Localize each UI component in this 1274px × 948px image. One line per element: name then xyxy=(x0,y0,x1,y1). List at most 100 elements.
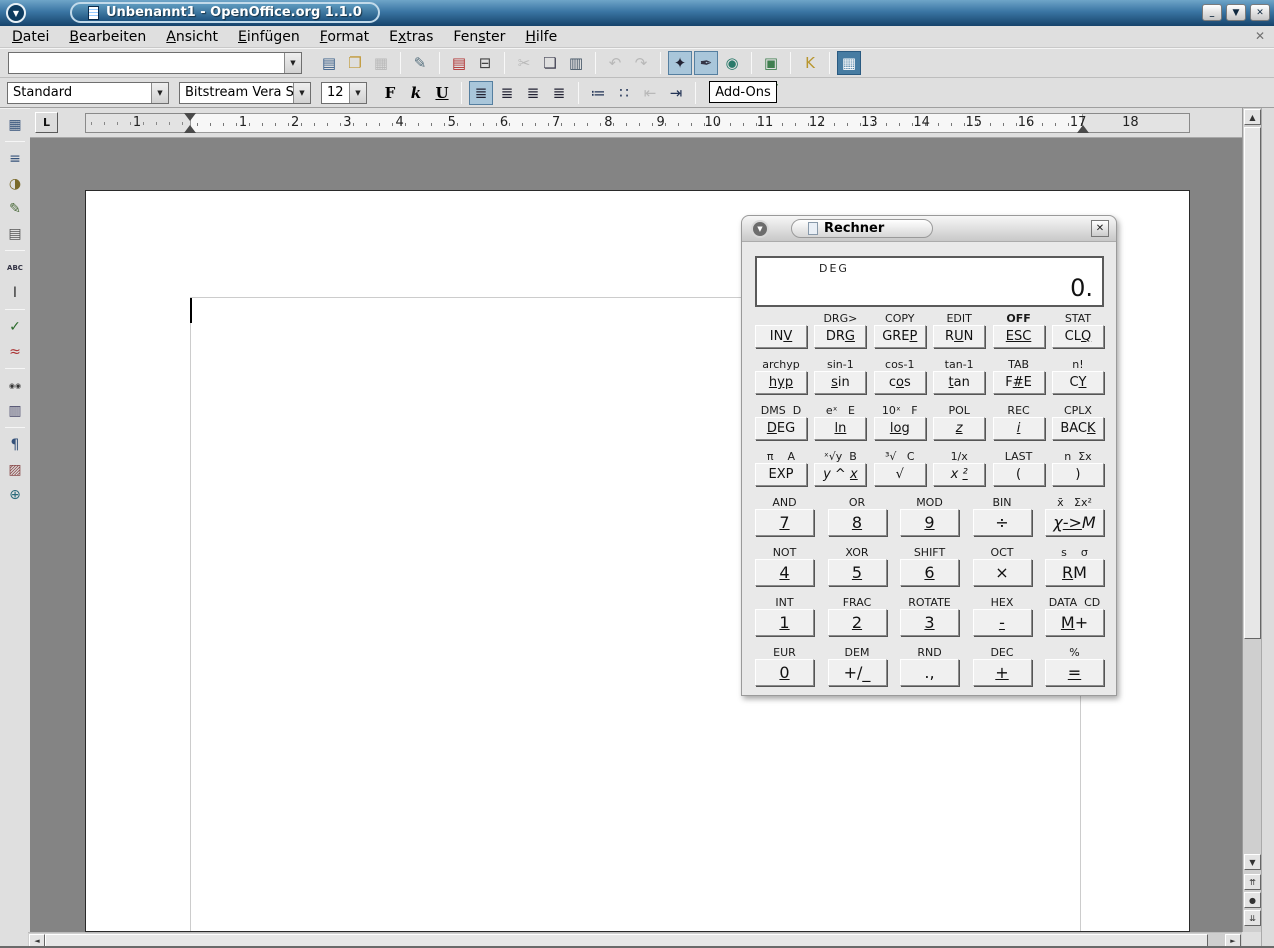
menu-ansicht[interactable]: Ansicht xyxy=(156,27,228,47)
calculator-addon-button[interactable]: ▦ xyxy=(837,51,861,75)
calc-key-multiply[interactable]: × xyxy=(973,559,1032,586)
redo-button[interactable]: ↷ xyxy=(629,51,653,75)
edit-file-button[interactable]: ✎ xyxy=(408,51,432,75)
autotext-button[interactable]: ABC xyxy=(3,256,27,279)
calc-key-f-e[interactable]: F#E xyxy=(993,371,1045,394)
close-button[interactable]: ✕ xyxy=(1250,4,1270,21)
insert-objects-button[interactable]: ◑ xyxy=(3,172,27,195)
close-document-icon[interactable]: ✕ xyxy=(1255,29,1265,43)
autospellcheck-button[interactable]: ≈ xyxy=(3,340,27,363)
increase-indent-button[interactable]: ⇥ xyxy=(664,81,688,105)
new-document-button[interactable]: ▤ xyxy=(317,51,341,75)
horizontal-scrollbar[interactable]: ◄ ► xyxy=(28,932,1242,948)
menu-datei[interactable]: Datei xyxy=(2,27,59,47)
underline-button[interactable]: U xyxy=(430,81,454,105)
paragraph-style-combo[interactable]: Standard ▼ xyxy=(7,82,169,104)
vertical-scrollbar-thumb[interactable] xyxy=(1244,127,1261,639)
justify-button[interactable]: ≣ xyxy=(547,81,571,105)
calc-key-decimal[interactable]: ., xyxy=(900,659,959,686)
menu-fenster[interactable]: Fenster xyxy=(443,27,515,47)
export-pdf-button[interactable]: ▤ xyxy=(447,51,471,75)
menu-hilfe[interactable]: Hilfe xyxy=(515,27,567,47)
calc-key-y-pow-x[interactable]: y ^ x xyxy=(814,463,866,486)
left-indent-marker[interactable] xyxy=(184,125,196,133)
calc-key-back[interactable]: BACK xyxy=(1052,417,1104,440)
scroll-up-button[interactable]: ▲ xyxy=(1244,109,1261,125)
align-right-button[interactable]: ≣ xyxy=(521,81,545,105)
cut-button[interactable]: ✂ xyxy=(512,51,536,75)
navigation-button[interactable]: ● xyxy=(1244,892,1261,908)
stylist-button[interactable]: ✒ xyxy=(694,51,718,75)
calc-key-log[interactable]: log xyxy=(874,417,926,440)
open-button[interactable]: ❐ xyxy=(343,51,367,75)
menu-einf-gen[interactable]: Einfügen xyxy=(228,27,310,47)
save-button[interactable]: ▦ xyxy=(369,51,393,75)
right-indent-marker[interactable] xyxy=(1077,125,1089,133)
calc-key-4[interactable]: 4 xyxy=(755,559,814,586)
chevron-down-icon[interactable]: ▼ xyxy=(349,83,366,103)
minimize-button[interactable]: _ xyxy=(1202,4,1222,21)
menu-extras[interactable]: Extras xyxy=(379,27,443,47)
vertical-scrollbar[interactable]: ▲ ▼ ⇈ ● ⇊ xyxy=(1242,108,1261,932)
bullet-list-button[interactable]: ∷ xyxy=(612,81,636,105)
chevron-down-icon[interactable]: ▼ xyxy=(151,83,168,103)
bold-button[interactable]: F xyxy=(378,81,402,105)
calc-key-equals[interactable]: = xyxy=(1045,659,1104,686)
align-left-button[interactable]: ≣ xyxy=(469,81,493,105)
menu-bearbeiten[interactable]: Bearbeiten xyxy=(59,27,156,47)
calc-key-2[interactable]: 2 xyxy=(828,609,887,636)
calc-key-divide[interactable]: ÷ xyxy=(973,509,1032,536)
navigator-button[interactable]: ✦ xyxy=(668,51,692,75)
calculator-titlebar[interactable]: ▼ Rechner ✕ xyxy=(742,216,1116,242)
calc-key-deg[interactable]: DEG xyxy=(755,417,807,440)
calc-key-z[interactable]: z xyxy=(933,417,985,440)
data-sources-button[interactable]: ▥ xyxy=(3,399,27,422)
insert-fields-button[interactable]: ≡ xyxy=(3,147,27,170)
chevron-down-icon[interactable]: ▼ xyxy=(284,53,301,73)
calc-key-hyp[interactable]: hyp xyxy=(755,371,807,394)
graphics-onoff-button[interactable]: ▨ xyxy=(3,458,27,481)
calc-key-cos[interactable]: cos xyxy=(874,371,926,394)
next-page-button[interactable]: ⇊ xyxy=(1244,910,1261,926)
calc-key-memory-plus[interactable]: M+ xyxy=(1045,609,1104,636)
find-replace-button[interactable]: ◉◉ xyxy=(3,374,27,397)
calc-key-ln[interactable]: ln xyxy=(814,417,866,440)
calc-key-6[interactable]: 6 xyxy=(900,559,959,586)
calc-key-x-squared[interactable]: x ² xyxy=(933,463,985,486)
font-name-combo[interactable]: Bitstream Vera S ▼ xyxy=(179,82,311,104)
scroll-left-button[interactable]: ◄ xyxy=(29,934,45,948)
chevron-down-icon[interactable]: ▼ xyxy=(293,83,310,103)
data-sources-button[interactable]: K xyxy=(798,51,822,75)
calc-key-clq[interactable]: CLQ xyxy=(1052,325,1104,348)
calc-key-sqrt[interactable]: √ xyxy=(874,463,926,486)
url-field[interactable] xyxy=(9,53,284,73)
calculator-menu-button[interactable]: ▼ xyxy=(751,220,769,238)
calc-key-recall-memory[interactable]: RM xyxy=(1045,559,1104,586)
window-menu-button[interactable]: ▼ xyxy=(6,3,26,23)
calc-key-minus[interactable]: - xyxy=(973,609,1032,636)
calc-key-cy[interactable]: CY xyxy=(1052,371,1104,394)
calculator-close-button[interactable]: ✕ xyxy=(1091,220,1109,237)
scroll-down-button[interactable]: ▼ xyxy=(1244,854,1261,870)
calc-key-sin[interactable]: sin xyxy=(814,371,866,394)
menu-format[interactable]: Format xyxy=(310,27,379,47)
calc-key-run[interactable]: RUN xyxy=(933,325,985,348)
paste-button[interactable]: ▥ xyxy=(564,51,588,75)
insert-table-button[interactable]: ▦ xyxy=(3,113,27,136)
scroll-right-button[interactable]: ► xyxy=(1225,934,1241,948)
direct-cursor-button[interactable]: I xyxy=(3,281,27,304)
spellcheck-button[interactable]: ✓ xyxy=(3,315,27,338)
calc-key-plus[interactable]: + xyxy=(973,659,1032,686)
nonprinting-characters-button[interactable]: ¶ xyxy=(3,433,27,456)
italic-button[interactable]: k xyxy=(404,81,428,105)
calc-key-esc[interactable]: ESC xyxy=(993,325,1045,348)
calc-key-9[interactable]: 9 xyxy=(900,509,959,536)
calc-key-tan[interactable]: tan xyxy=(933,371,985,394)
calc-key-5[interactable]: 5 xyxy=(828,559,887,586)
gallery-button[interactable]: ▣ xyxy=(759,51,783,75)
tab-stop-type-button[interactable]: L xyxy=(35,112,58,133)
hyperlink-dialog-button[interactable]: ◉ xyxy=(720,51,744,75)
calc-key-store-memory[interactable]: χ->M xyxy=(1045,509,1104,536)
calc-key-drg[interactable]: DRG xyxy=(814,325,866,348)
horizontal-scrollbar-thumb[interactable] xyxy=(45,934,1208,948)
